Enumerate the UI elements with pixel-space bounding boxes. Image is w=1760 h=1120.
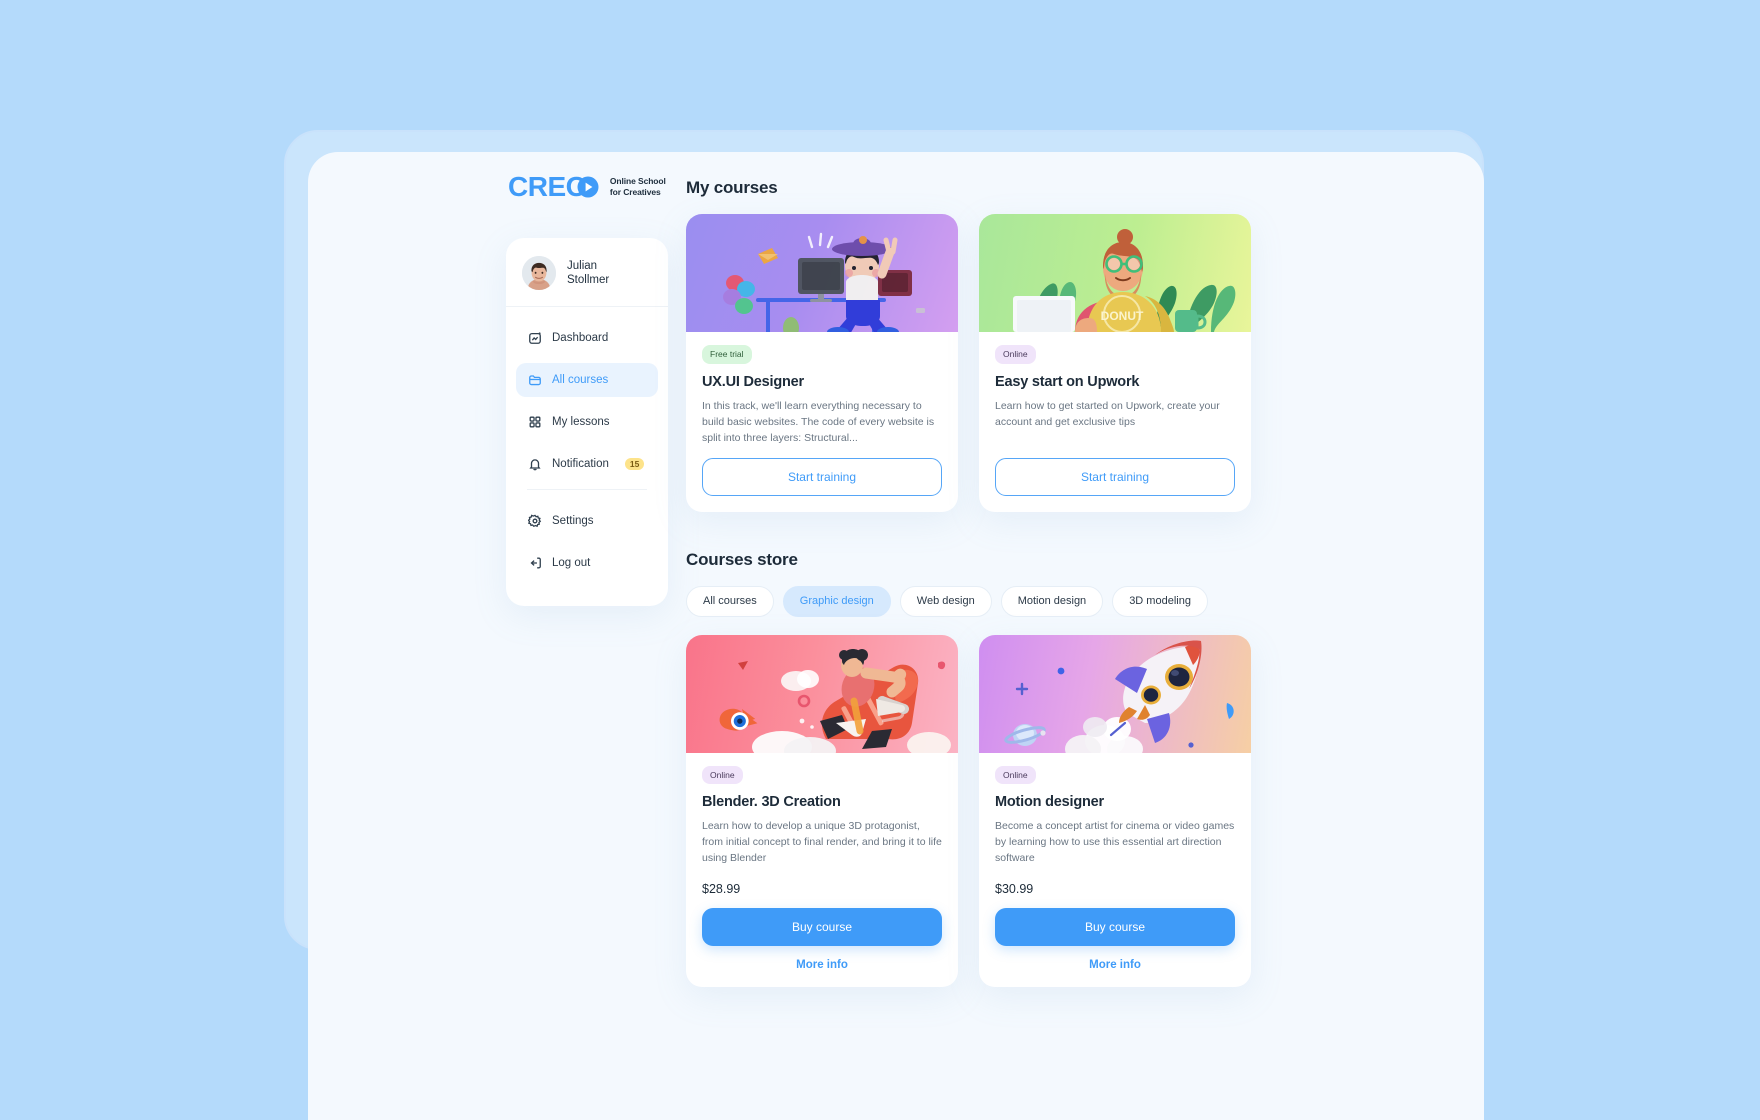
status-badge: Free trial <box>702 345 752 364</box>
profile-last-name: Stollmer <box>567 274 610 286</box>
course-description: Become a concept artist for cinema or vi… <box>995 820 1235 864</box>
course-title: Easy start on Upwork <box>995 373 1140 390</box>
main-content: My courses Free trial UX.UI Designer In … <box>686 170 1252 987</box>
buy-course-button[interactable]: Buy course <box>995 908 1235 946</box>
course-card-body: Online Easy start on Upwork Learn how to… <box>979 332 1251 512</box>
course-description: In this track, we'll learn everything ne… <box>702 399 935 444</box>
sidebar-item-label: Notification <box>552 458 609 470</box>
status-badge: Online <box>995 345 1036 364</box>
filter-all-courses[interactable]: All courses <box>686 585 774 617</box>
sidebar-item-label: All courses <box>552 374 609 386</box>
profile-card[interactable]: Julian Stollmer <box>506 256 668 307</box>
sidebar-item-label: Log out <box>552 557 591 569</box>
course-card-body: Online Motion designer Become a concept … <box>979 753 1251 988</box>
sidebar-item-dashboard[interactable]: Dashboard <box>516 321 658 355</box>
play-icon <box>577 176 599 198</box>
course-card[interactable]: Online Blender. 3D Creation Learn how to… <box>686 634 958 988</box>
creo-logo-mark: CREO <box>508 173 599 201</box>
course-card-body: Free trial UX.UI Designer In this track,… <box>686 332 958 512</box>
filter-3d-modeling[interactable]: 3D modeling <box>1112 585 1208 617</box>
bell-icon <box>527 457 542 472</box>
profile-first-name: Julian <box>567 260 598 272</box>
start-training-button[interactable]: Start training <box>995 457 1235 496</box>
gear-icon <box>527 514 542 529</box>
logo-wordmark: CREO <box>508 171 587 202</box>
sidebar-item-all-courses[interactable]: All courses <box>516 363 658 397</box>
grid-icon <box>527 415 542 430</box>
left-column: CREO Online School for Creatives Julian … <box>506 170 668 606</box>
tagline-line-1: Online School <box>609 176 666 186</box>
category-filters: All courses Graphic design Web design Mo… <box>686 585 1252 617</box>
user-avatar-icon <box>522 256 556 290</box>
tagline-line-2: for Creatives <box>609 187 661 197</box>
rocket-rider-illustration <box>686 634 958 753</box>
course-title: Motion designer <box>995 794 1104 810</box>
profile-name: Julian Stollmer <box>567 259 609 287</box>
sidebar-divider <box>527 489 647 490</box>
status-badge: Online <box>702 765 743 784</box>
space-rocket-illustration <box>979 634 1251 753</box>
course-description: Learn how to develop a unique 3D protago… <box>702 820 942 864</box>
logout-icon <box>527 556 542 571</box>
avatar <box>522 256 556 290</box>
filter-web-design[interactable]: Web design <box>899 585 992 617</box>
course-price: $28.99 <box>702 882 741 896</box>
svg-text:DONUT: DONUT <box>1101 309 1144 323</box>
course-description: Learn how to get started on Upwork, crea… <box>995 399 1220 428</box>
sidebar-item-label: My lessons <box>552 416 610 428</box>
sidebar-item-notification[interactable]: Notification 15 <box>516 447 658 481</box>
app-window: CREO Online School for Creatives Julian … <box>308 152 1484 1120</box>
start-training-button[interactable]: Start training <box>702 457 942 496</box>
more-info-link[interactable]: More info <box>702 959 942 971</box>
store-courses-grid: Online Blender. 3D Creation Learn how to… <box>686 634 1252 988</box>
course-price: $30.99 <box>995 882 1034 896</box>
sidebar-nav: Dashboard All courses My lessons Notific… <box>506 307 668 580</box>
brand-logo[interactable]: CREO Online School for Creatives <box>506 170 668 204</box>
course-card[interactable]: DONUT Online Easy start on Upwork Learn … <box>979 214 1251 512</box>
freelancer-laptop-illustration: DONUT <box>979 214 1251 332</box>
desk-workspace-illustration <box>686 214 958 332</box>
course-card[interactable]: Free trial UX.UI Designer In this track,… <box>686 214 958 512</box>
buy-course-button[interactable]: Buy course <box>702 908 942 946</box>
course-title: Blender. 3D Creation <box>702 794 841 810</box>
sidebar-item-label: Dashboard <box>552 332 609 344</box>
app-root: CREO Online School for Creatives Julian … <box>308 152 1484 1120</box>
sidebar-item-label: Settings <box>552 515 594 527</box>
dashboard-icon <box>527 331 542 346</box>
filter-graphic-design[interactable]: Graphic design <box>782 585 891 617</box>
course-card-body: Online Blender. 3D Creation Learn how to… <box>686 753 958 988</box>
my-courses-grid: Free trial UX.UI Designer In this track,… <box>686 214 1252 512</box>
courses-store-title: Courses store <box>686 549 798 569</box>
sidebar-item-settings[interactable]: Settings <box>516 504 658 538</box>
course-title: UX.UI Designer <box>702 373 804 390</box>
sidebar-item-my-lessons[interactable]: My lessons <box>516 405 658 439</box>
folder-icon <box>527 373 542 388</box>
course-card[interactable]: Online Motion designer Become a concept … <box>979 634 1251 988</box>
filter-motion-design[interactable]: Motion design <box>1000 585 1104 617</box>
more-info-link[interactable]: More info <box>995 959 1235 971</box>
brand-tagline: Online School for Creatives <box>610 176 666 198</box>
page-title: My courses <box>686 178 778 197</box>
notification-badge: 15 <box>624 457 645 471</box>
sidebar: Julian Stollmer Dashboard All courses My… <box>506 238 668 606</box>
sidebar-item-log-out[interactable]: Log out <box>516 546 658 580</box>
status-badge: Online <box>995 765 1036 784</box>
